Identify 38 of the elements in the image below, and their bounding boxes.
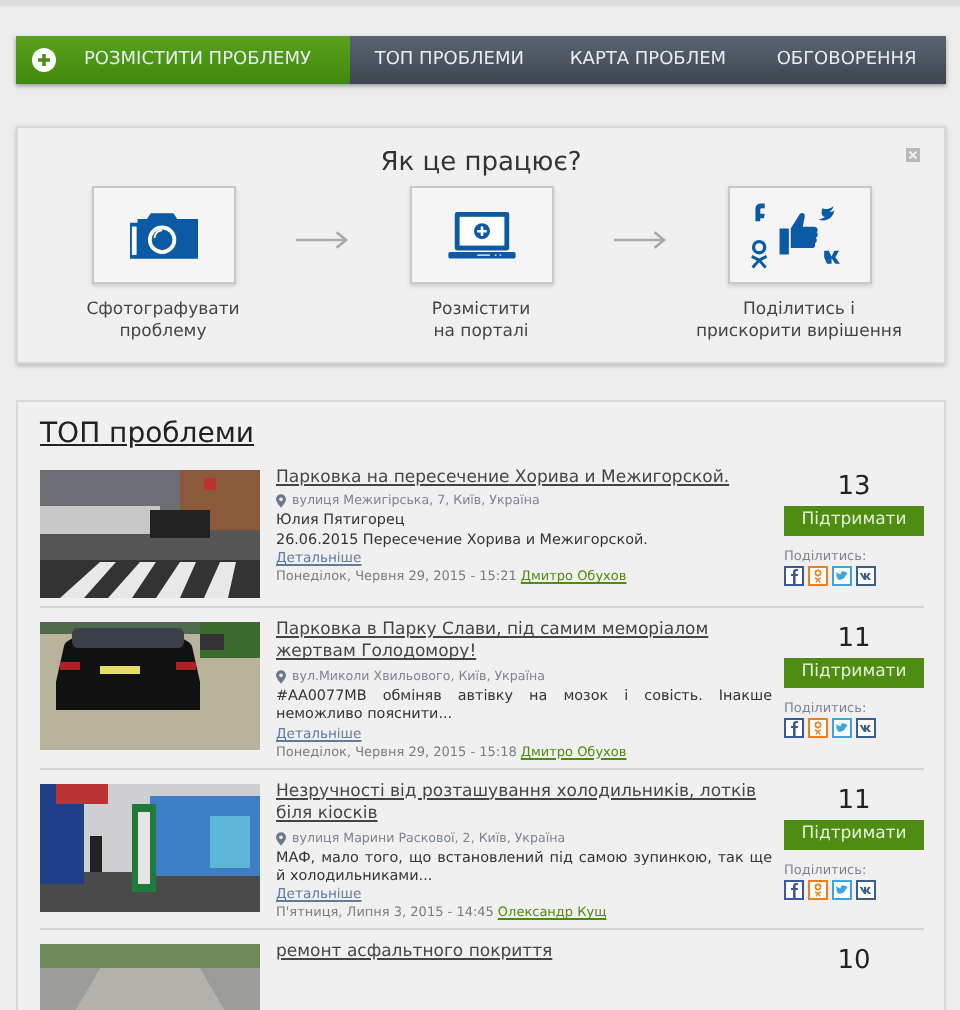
camera-icon <box>129 211 197 259</box>
support-count: 11 <box>835 785 873 816</box>
twitter-share-icon[interactable] <box>832 717 852 738</box>
location-pin-icon <box>276 669 286 684</box>
facebook-share-icon[interactable] <box>784 879 804 900</box>
facebook-share-icon[interactable] <box>784 565 804 586</box>
arrow-icon <box>295 230 349 250</box>
vk-share-icon[interactable] <box>856 717 876 738</box>
location-pin-icon <box>276 831 286 846</box>
support-button[interactable]: Підтримати <box>784 819 924 850</box>
nav-tab[interactable]: ТОП ПРОБЛЕМИ <box>350 36 549 84</box>
support-count: 11 <box>835 623 873 654</box>
support-count: 13 <box>835 471 873 502</box>
nav-tab[interactable]: РОЗМІСТИТИ ПРОБЛЕМУ <box>16 36 350 84</box>
arrow-icon <box>613 230 667 250</box>
problem-title-link[interactable]: ремонт асфальтного покриття <box>276 942 772 966</box>
problem-title-link[interactable]: Парковка на пересечение Хорива и Межигорской. <box>276 467 772 491</box>
laptop-icon <box>447 211 515 259</box>
support-button[interactable]: Підтримати <box>784 505 924 536</box>
vk-share-icon[interactable] <box>856 565 876 586</box>
twitter-share-icon[interactable] <box>832 879 852 900</box>
panel-title: Як це працює? <box>380 148 582 178</box>
problem-title-link[interactable]: Парковка в Парку Слави, під самим меморіалом жертвам Голодомору! <box>276 619 772 666</box>
twitter-share-icon[interactable] <box>832 565 852 586</box>
facebook-share-icon[interactable] <box>784 717 804 738</box>
support-count: 10 <box>835 946 873 977</box>
support-button[interactable]: Підтримати <box>784 657 924 688</box>
section-title[interactable]: ТОП проблеми <box>40 417 255 450</box>
location-pin-icon <box>276 494 286 509</box>
plus-icon <box>32 48 56 72</box>
nav-tab[interactable]: ОБГОВОРЕННЯ <box>747 36 946 84</box>
close-icon[interactable] <box>906 148 920 162</box>
problem-title-link[interactable]: Незручності від розташування холодильників, лотків біля кіосків <box>276 781 772 828</box>
nav-tab[interactable]: КАРТА ПРОБЛЕМ <box>548 36 748 84</box>
vk-share-icon[interactable] <box>856 879 876 900</box>
step-label: Розмістити на порталі <box>431 300 531 346</box>
step-label: Поділитись і прискорити вирішення <box>695 300 903 346</box>
step-label: Сфотографувати проблему <box>86 300 240 346</box>
